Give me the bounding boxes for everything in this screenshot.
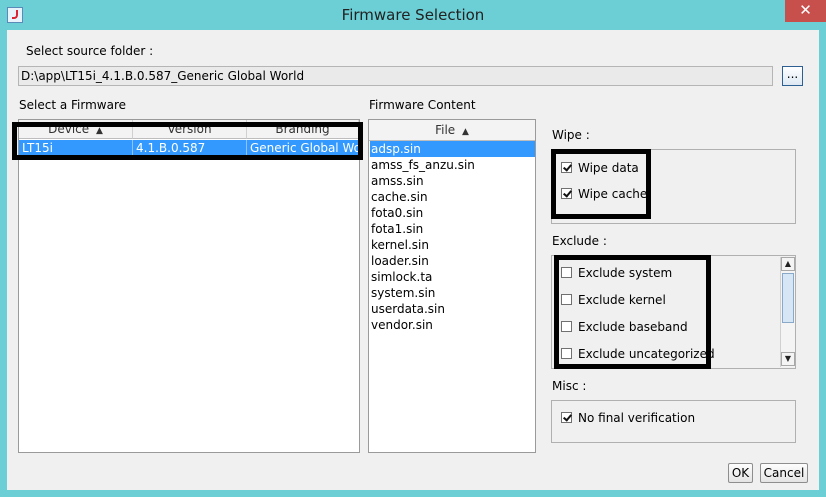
list-item[interactable]: cache.sin [370,189,535,205]
file-header-label: File [435,123,456,137]
checkbox-unchecked-icon [561,267,572,278]
firmware-content-label: Firmware Content [369,98,476,112]
highlight-box-firmware-row [12,122,363,160]
list-item[interactable]: fota0.sin [370,205,535,221]
close-button[interactable]: ✕ [785,0,826,22]
firmware-table[interactable]: Device ▲ Version Branding LT15i 4.1.B.0.… [18,119,360,453]
list-item[interactable]: system.sin [370,285,535,301]
exclude-label: Exclude : [552,234,607,248]
checkbox-checked-icon [561,188,572,199]
misc-label: Misc : [552,379,587,393]
source-folder-label: Select source folder : [26,44,154,58]
list-item[interactable]: amss_fs_anzu.sin [370,157,535,173]
window-title: Firmware Selection [341,6,485,24]
checkbox-checked-icon [561,162,572,173]
list-item[interactable]: simlock.ta [370,269,535,285]
browse-button[interactable]: ... [782,66,803,86]
list-item[interactable]: adsp.sin [370,141,535,157]
exclude-kernel-label: Exclude kernel [578,293,666,307]
scrollbar-thumb[interactable] [782,273,794,323]
checkbox-unchecked-icon [561,294,572,305]
firmware-content-list[interactable]: File ▲ adsp.sin amss_fs_anzu.sin amss.si… [368,119,536,453]
checkbox-unchecked-icon [561,321,572,332]
list-item[interactable]: fota1.sin [370,221,535,237]
cancel-button[interactable]: Cancel [760,463,808,483]
exclude-baseband-label: Exclude baseband [578,320,688,334]
wipe-cache-label: Wipe cache [578,187,648,201]
column-header-file[interactable]: File ▲ [369,120,535,141]
no-final-verification-label: No final verification [578,411,696,425]
list-item[interactable]: loader.sin [370,253,535,269]
ok-button[interactable]: OK [728,463,753,483]
list-item[interactable]: amss.sin [370,173,535,189]
exclude-system-label: Exclude system [578,266,673,280]
list-item[interactable]: vendor.sin [370,317,535,333]
sort-ascending-icon: ▲ [462,127,469,137]
scroll-up-arrow-icon[interactable]: ▲ [781,257,795,271]
checkbox-checked-icon [561,412,572,423]
exclude-scrollbar[interactable]: ▲ ▼ [780,257,795,367]
checkbox-unchecked-icon [561,348,572,359]
source-path-field[interactable]: D:\app\LT15i_4.1.B.0.587_Generic Global … [18,66,773,86]
wipe-label: Wipe : [552,128,590,142]
firmware-table-label: Select a Firmware [19,98,126,112]
list-item[interactable]: userdata.sin [370,301,535,317]
scroll-down-arrow-icon[interactable]: ▼ [781,352,795,366]
exclude-uncategorized-label: Exclude uncategorized [578,347,715,361]
list-item[interactable]: kernel.sin [370,237,535,253]
wipe-data-label: Wipe data [578,161,639,175]
